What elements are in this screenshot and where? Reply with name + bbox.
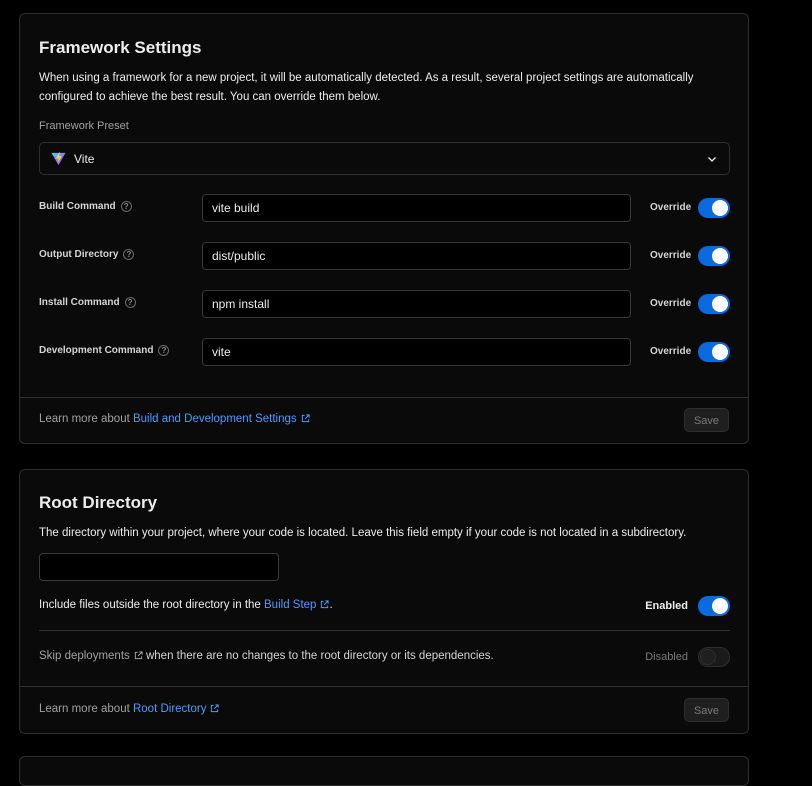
learn-more-prefix: Learn more about	[39, 703, 133, 715]
setting-input[interactable]	[202, 290, 631, 318]
framework-settings-card: Framework Settings When using a framewor…	[19, 13, 749, 444]
setting-row: Install Command? Override	[39, 290, 730, 318]
framework-preset-value: Vite	[74, 151, 95, 166]
framework-description-line-2: configured to achieve the best result. Y…	[39, 91, 381, 103]
framework-preset-label: Framework Preset	[39, 120, 129, 132]
external-link-icon	[134, 651, 143, 663]
root-directory-description: The directory within your project, where…	[39, 527, 687, 539]
skip-deployments-state: Disabled	[645, 651, 688, 663]
override-label: Override	[650, 202, 692, 213]
framework-learn-more: Learn more about Build and Development S…	[39, 413, 310, 426]
skip-deployments-text: Skip deployments when there are no chang…	[39, 650, 494, 663]
framework-description-line-1: When using a framework for a new project…	[39, 72, 694, 84]
include-files-text: Include files outside the root directory…	[39, 599, 333, 612]
external-link-icon	[301, 414, 310, 426]
next-settings-card	[19, 756, 749, 786]
setting-input[interactable]	[202, 194, 631, 222]
setting-label: Development Command?	[39, 345, 170, 356]
toggle-knob	[700, 649, 716, 665]
help-icon[interactable]: ?	[124, 297, 136, 308]
override-toggle[interactable]	[698, 198, 730, 218]
setting-label-text: Build Command	[39, 201, 116, 212]
toggle-knob	[712, 248, 728, 264]
root-directory-link-label: Root Directory	[132, 703, 207, 715]
framework-settings-title: Framework Settings	[39, 38, 202, 57]
override-toggle[interactable]	[698, 342, 730, 362]
skip-deployments-link[interactable]: Skip deployments	[39, 650, 143, 662]
root-directory-input[interactable]	[39, 553, 279, 581]
section-divider	[39, 630, 730, 631]
help-icon[interactable]: ?	[120, 201, 132, 212]
toggle-knob	[712, 296, 728, 312]
build-step-link-label: Build Step	[264, 599, 317, 611]
setting-row: Build Command? Override	[39, 194, 730, 222]
root-learn-more: Learn more about Root Directory	[39, 703, 220, 716]
toggle-knob	[712, 598, 728, 614]
skip-deployments-toggle[interactable]	[698, 647, 730, 667]
build-step-link[interactable]: Build Step	[264, 599, 330, 611]
help-icon[interactable]: ?	[158, 345, 170, 356]
override-label: Override	[650, 298, 692, 309]
toggle-knob	[712, 200, 728, 216]
toggle-knob	[712, 344, 728, 360]
framework-settings-footer: Learn more about Build and Development S…	[20, 397, 748, 443]
skip-deployments-link-label: Skip deployments	[39, 650, 130, 662]
setting-label: Output Directory?	[39, 249, 135, 260]
setting-row: Output Directory? Override	[39, 242, 730, 270]
help-icon[interactable]: ?	[123, 249, 135, 260]
skip-deployments-suffix: when there are no changes to the root di…	[142, 650, 494, 662]
setting-label: Install Command?	[39, 297, 136, 308]
learn-more-prefix: Learn more about	[39, 413, 133, 425]
setting-label-text: Install Command	[39, 297, 120, 308]
build-dev-settings-link[interactable]: Build and Development Settings	[133, 413, 310, 425]
setting-label-text: Output Directory	[39, 249, 119, 260]
vite-logo-icon	[51, 151, 66, 166]
framework-settings-description: When using a framework for a new project…	[39, 69, 694, 107]
root-directory-footer: Learn more about Root Directory Save	[20, 686, 748, 733]
override-toggle[interactable]	[698, 246, 730, 266]
include-files-toggle[interactable]	[698, 596, 730, 616]
setting-input[interactable]	[202, 242, 631, 270]
root-directory-card: Root Directory The directory within your…	[19, 469, 749, 734]
root-directory-title: Root Directory	[39, 493, 158, 512]
include-files-suffix: .	[329, 599, 333, 611]
setting-row: Development Command? Override	[39, 338, 730, 366]
setting-label: Build Command?	[39, 201, 132, 212]
include-files-prefix: Include files outside the root directory…	[39, 599, 265, 611]
root-save-button[interactable]: Save	[684, 698, 729, 722]
chevron-down-icon	[706, 153, 718, 165]
override-label: Override	[650, 346, 692, 357]
override-label: Override	[650, 250, 692, 261]
build-dev-settings-link-label: Build and Development Settings	[132, 413, 297, 425]
root-directory-link[interactable]: Root Directory	[133, 703, 220, 715]
include-files-state: Enabled	[645, 600, 688, 612]
framework-preset-select[interactable]: Vite	[39, 142, 730, 175]
external-link-icon	[210, 704, 220, 716]
setting-label-text: Development Command	[39, 345, 154, 356]
framework-save-button[interactable]: Save	[684, 408, 729, 432]
setting-input[interactable]	[202, 338, 631, 366]
override-toggle[interactable]	[698, 294, 730, 314]
